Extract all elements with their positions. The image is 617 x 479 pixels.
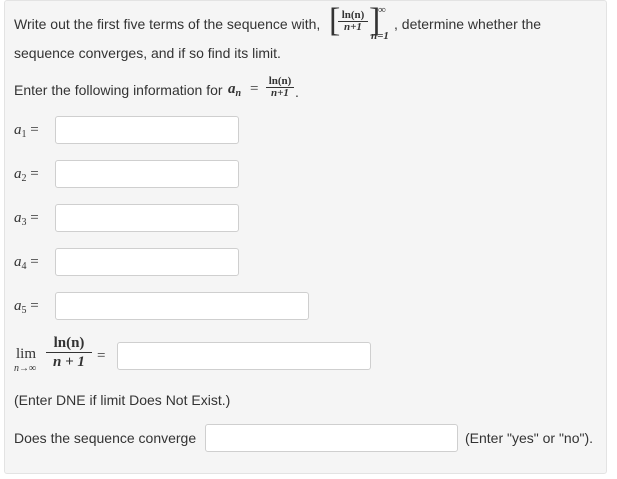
- an-period: .: [295, 84, 299, 100]
- converge-input[interactable]: [205, 424, 458, 452]
- an-denominator: n+1: [271, 87, 289, 99]
- intro-text-before: Write out the first five terms of the se…: [14, 16, 321, 32]
- term-label-a1: a1 =: [14, 122, 39, 140]
- a4-input[interactable]: [55, 248, 239, 276]
- term-label-a2: a2 =: [14, 166, 39, 184]
- an-fraction: ln(n) n+1: [266, 76, 294, 99]
- lim-word: lim: [16, 346, 37, 362]
- term-label-a4: a4 =: [14, 254, 39, 272]
- limit-denominator: n + 1: [53, 354, 85, 370]
- intro-text-line2: sequence converges, and if so find its l…: [14, 45, 281, 61]
- lim-subscript: n→∞: [14, 363, 37, 374]
- converge-hint: (Enter "yes" or "no").: [465, 430, 594, 446]
- sequence-upper-limit: ∞: [378, 4, 386, 16]
- an-symbol: an: [228, 81, 242, 99]
- sequence-fraction: ln(n) n+1: [338, 10, 368, 33]
- limit-numerator: ln(n): [46, 334, 92, 353]
- intro-text-after: , determine whether the: [394, 16, 542, 32]
- a1-input[interactable]: [55, 116, 239, 144]
- a5-input[interactable]: [55, 292, 309, 320]
- sequence-lower-limit: n=1: [371, 30, 389, 42]
- a2-input[interactable]: [55, 160, 239, 188]
- limit-fraction: ln(n) n + 1: [46, 334, 92, 371]
- instruction-text: Enter the following information for: [14, 82, 223, 98]
- converge-label: Does the sequence converge: [14, 430, 197, 446]
- a3-input[interactable]: [55, 204, 239, 232]
- dne-note: (Enter DNE if limit Does Not Exist.): [14, 392, 231, 408]
- term-label-a5: a5 =: [14, 298, 39, 316]
- term-label-a3: a3 =: [14, 210, 39, 228]
- an-equals: =: [250, 81, 259, 97]
- limit-input[interactable]: [117, 342, 371, 370]
- limit-equals: =: [97, 348, 106, 364]
- sequence-denominator: n+1: [344, 21, 362, 33]
